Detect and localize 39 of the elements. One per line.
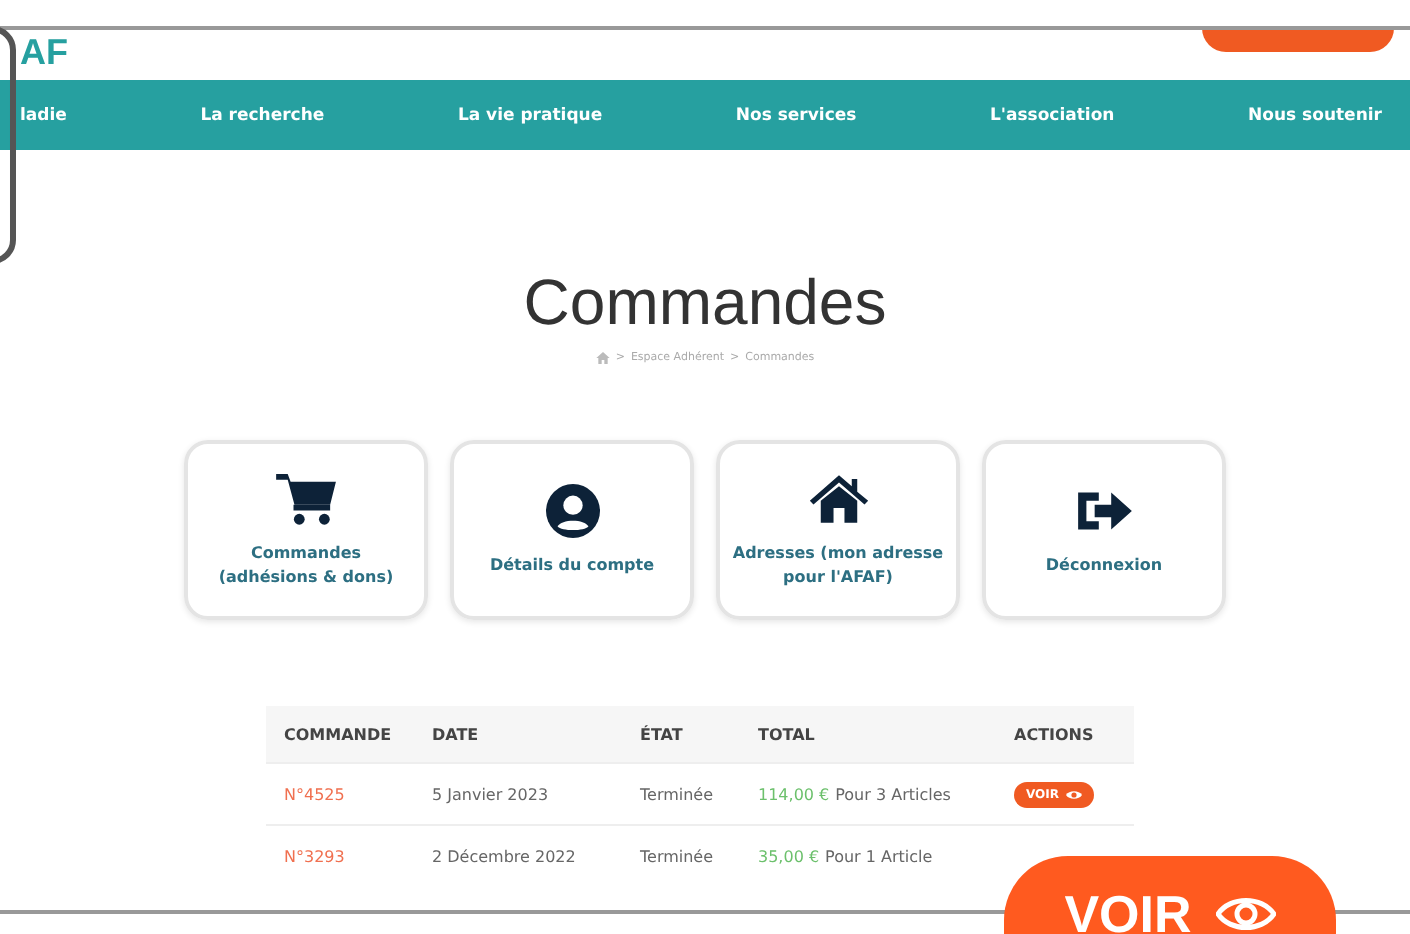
column-header: DATE: [432, 725, 481, 743]
column-header: ÉTAT: [640, 725, 685, 743]
order-link[interactable]: N°3293: [284, 847, 432, 865]
card-label: Commandes (adhésions & dons): [216, 542, 396, 588]
items-text: Pour 1 Article: [825, 847, 933, 865]
column-header: COMMANDE: [284, 725, 394, 743]
card-label: Déconnexion: [1043, 553, 1165, 577]
column-header: ACTIONS: [1014, 725, 1096, 743]
order-link[interactable]: N°4525: [284, 785, 432, 803]
nav-link[interactable]: Nous soutenir: [1248, 105, 1382, 125]
user-icon: [541, 483, 603, 538]
cart-icon: [275, 472, 337, 527]
amount-text: 35,00 €: [758, 847, 820, 865]
table-cell-text: Terminée: [640, 785, 716, 803]
zoomed-view-button[interactable]: VOIR: [1004, 856, 1336, 934]
table-cell-text: 2 Décembre 2022: [432, 847, 578, 865]
column-header: TOTAL: [758, 725, 817, 743]
account-card[interactable]: Adresses (mon adresse pour l'AFAF): [716, 440, 960, 620]
nav-link[interactable]: La vie pratique: [457, 105, 603, 125]
account-card[interactable]: Commandes (adhésions & dons): [184, 440, 428, 620]
header-button[interactable]: [1202, 28, 1394, 52]
logo: AF: [20, 32, 68, 74]
account-card[interactable]: Déconnexion: [982, 440, 1226, 620]
home-icon[interactable]: [595, 352, 610, 364]
card-label: Adresses (mon adresse pour l'AFAF): [730, 542, 946, 588]
table-cell-text: 5 Janvier 2023: [432, 785, 551, 803]
eye-icon: [1065, 789, 1081, 799]
amount-text: 114,00 €: [758, 785, 830, 803]
eye-icon: [1215, 894, 1276, 934]
nav-link[interactable]: ladie: [20, 105, 67, 125]
nav-link[interactable]: Nos services: [735, 105, 857, 125]
account-card[interactable]: Détails du compte: [450, 440, 694, 620]
nav-link[interactable]: L'association: [989, 105, 1115, 125]
items-text: Pour 3 Articles: [835, 785, 951, 803]
house-icon: [807, 472, 869, 527]
table-cell-text: Terminée: [640, 847, 716, 865]
nav-link[interactable]: La recherche: [200, 105, 325, 125]
page-title: Commandes: [521, 266, 889, 340]
card-label: Détails du compte: [487, 553, 657, 577]
